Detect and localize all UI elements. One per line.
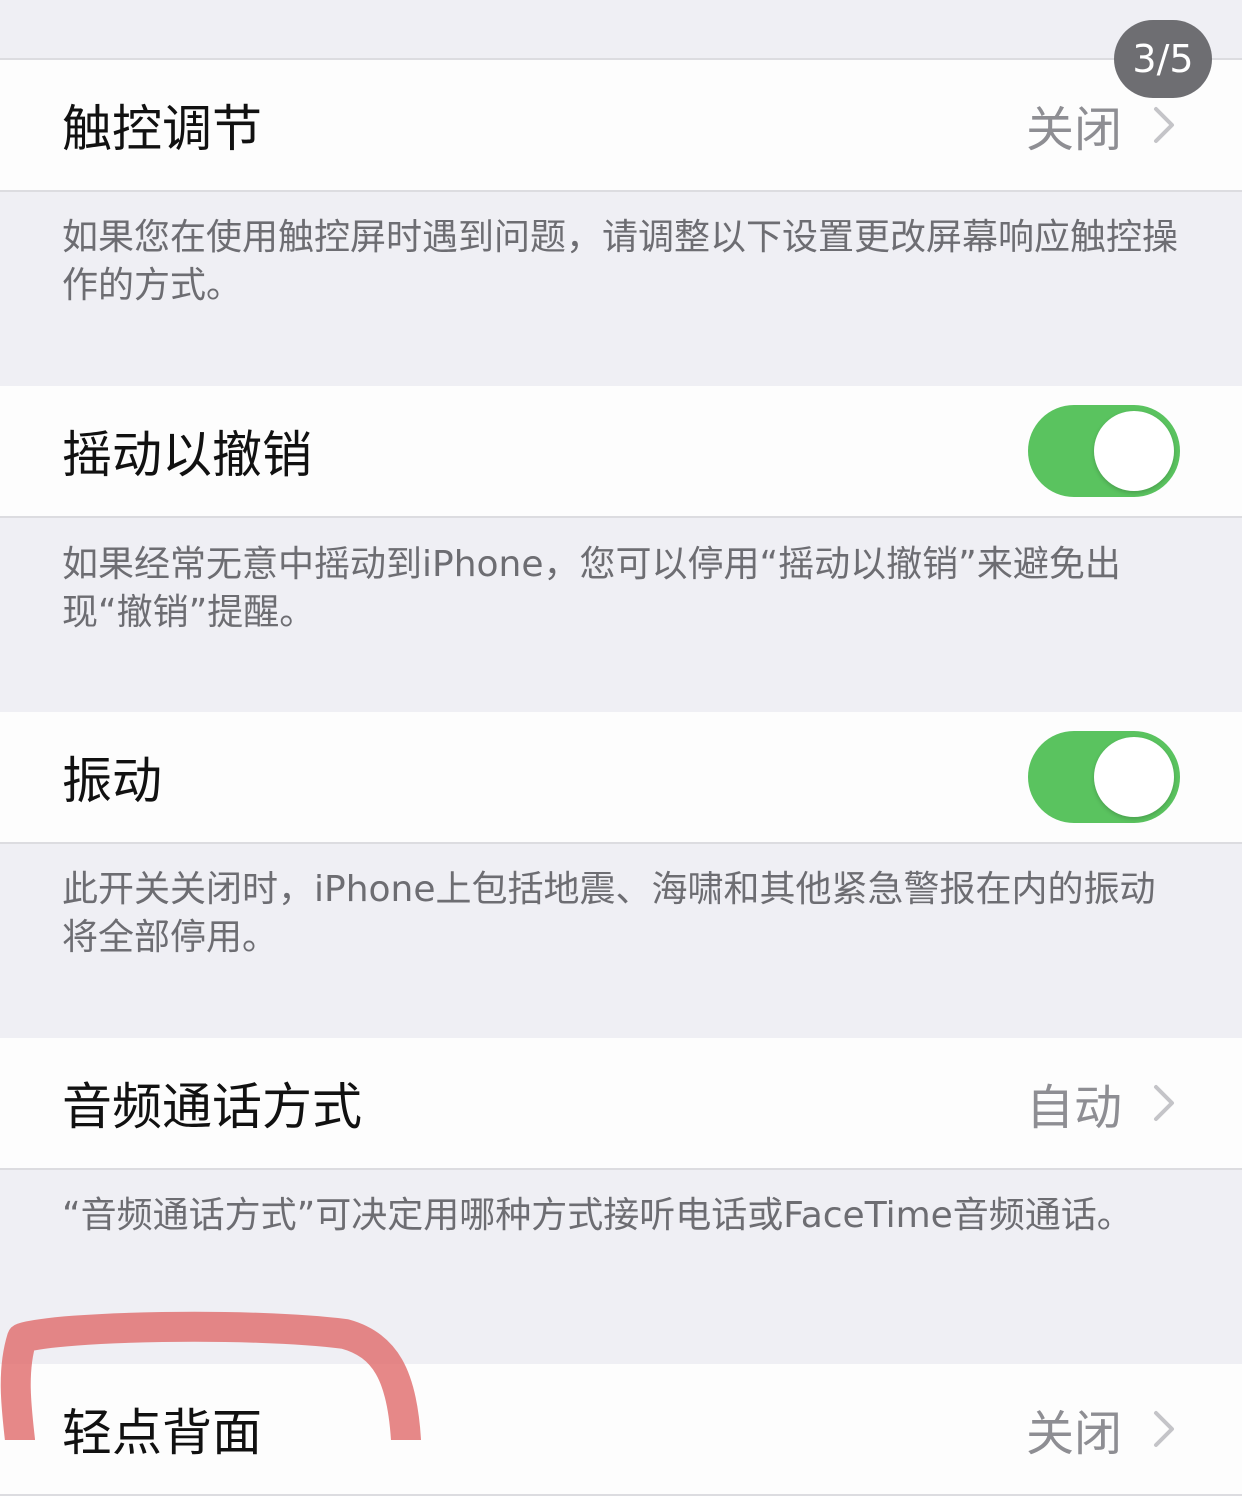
row-label: 轻点背面 [62, 1404, 262, 1462]
chevron-right-icon [1154, 1085, 1174, 1121]
footer-text: 如果经常无意中摇动到iPhone，您可以停用“摇动以撤销”来避免出现“撤销”提醒… [62, 544, 1121, 633]
shake-to-undo-toggle[interactable] [1028, 405, 1180, 497]
row-label: 音频通话方式 [62, 1078, 362, 1136]
toggle-knob [1094, 737, 1174, 817]
row-back-tap[interactable]: 轻点背面 关闭 [0, 1364, 1242, 1496]
chevron-right-icon [1154, 107, 1174, 143]
top-section-background [0, 0, 1242, 60]
row-value: 自动 [1025, 1080, 1122, 1136]
row-value: 关闭 [1025, 1406, 1122, 1462]
row-vibration: 振动 [0, 712, 1242, 844]
row-value: 关闭 [1025, 102, 1122, 158]
row-label: 振动 [62, 752, 162, 810]
footer-text: “音频通话方式”可决定用哪种方式接听电话或FaceTime音频通话。 [62, 1195, 1133, 1236]
toggle-knob [1094, 411, 1174, 491]
chevron-right-icon [1154, 1411, 1174, 1447]
row-label: 摇动以撤销 [62, 426, 312, 484]
image-counter-badge: 3/5 [1114, 20, 1212, 98]
row-shake-to-undo: 摇动以撤销 [0, 386, 1242, 518]
row-call-audio-routing[interactable]: 音频通话方式 自动 [0, 1038, 1242, 1170]
vibration-toggle[interactable] [1028, 731, 1180, 823]
row-label: 触控调节 [62, 100, 262, 158]
row-touch-accommodations[interactable]: 触控调节 关闭 [0, 60, 1242, 192]
footer-text: 如果您在使用触控屏时遇到问题，请调整以下设置更改屏幕响应触控操作的方式。 [62, 217, 1179, 306]
footer-text: 此开关关闭时，iPhone上包括地震、海啸和其他紧急警报在内的振动将全部停用。 [62, 869, 1156, 958]
